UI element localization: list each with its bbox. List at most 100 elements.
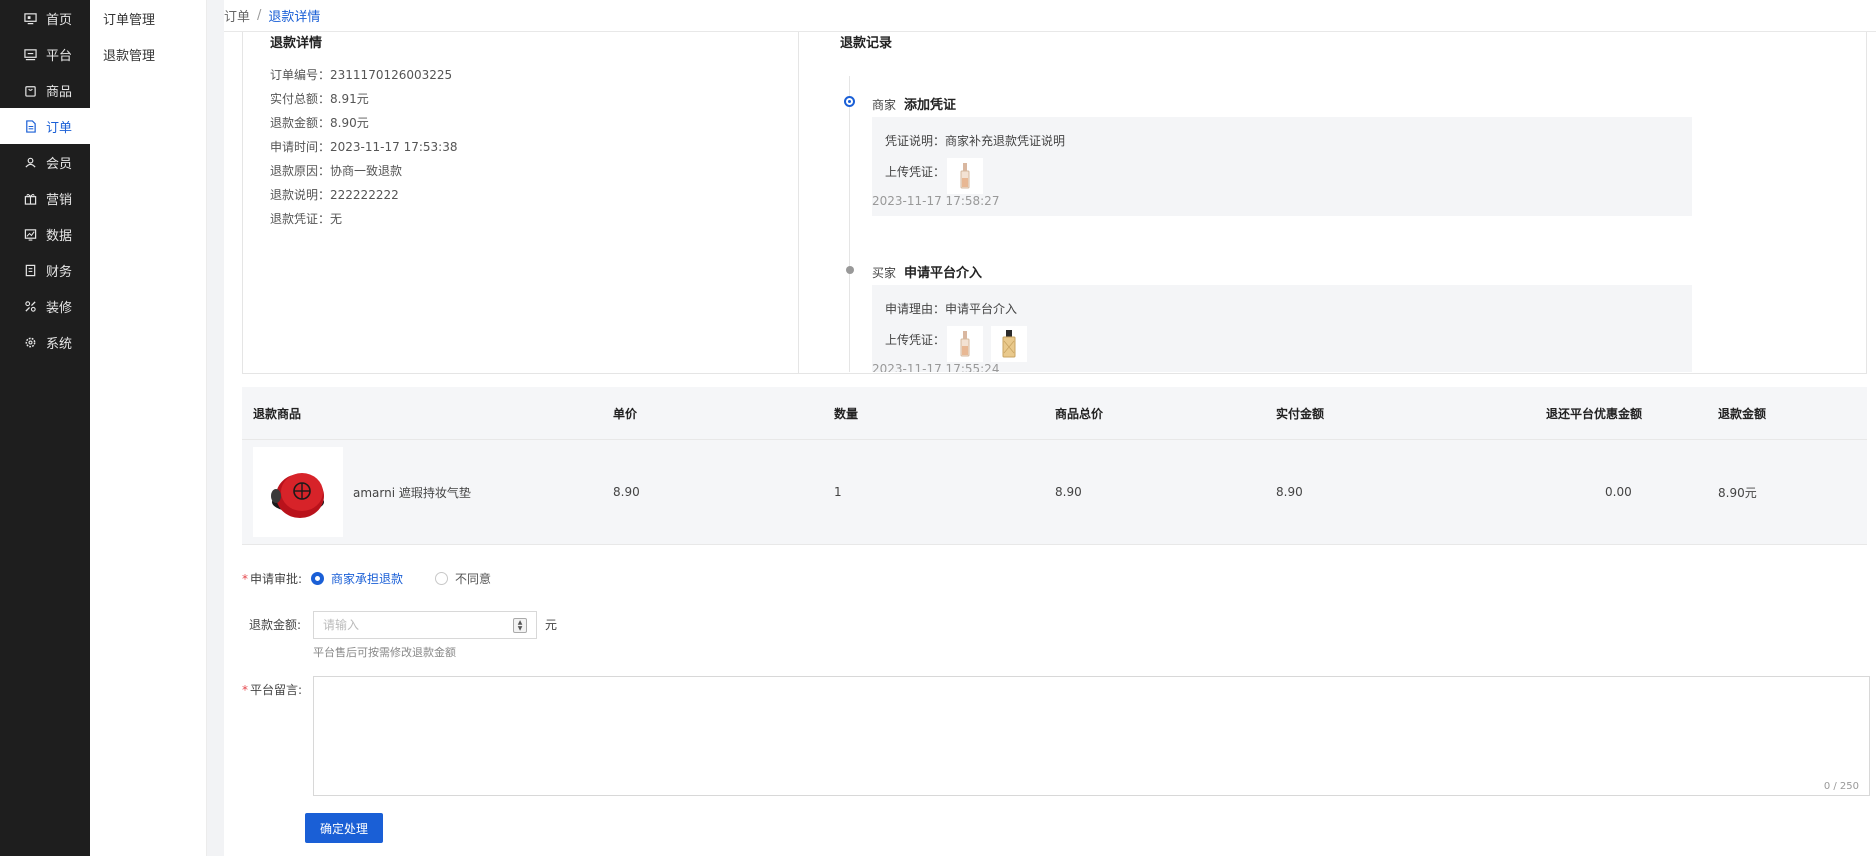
breadcrumb-current: 退款详情 xyxy=(268,10,321,25)
refund-amount-field[interactable] xyxy=(314,612,504,638)
nav-item-decoration[interactable]: 装修 xyxy=(0,288,90,324)
product-name[interactable]: amarni 遮瑕持妆气垫 xyxy=(353,484,471,501)
refund-record-section: 退款记录 商家 添加凭证 凭证说明：商家补充退款凭证说明 上传凭证： 2023-… xyxy=(800,32,1868,374)
platform-icon xyxy=(22,46,38,62)
cell-total: 8.90 xyxy=(1055,485,1082,499)
nav-label: 平台 xyxy=(46,48,73,64)
submenu-item-refund-management[interactable]: 退款管理 xyxy=(90,36,206,72)
nav-label: 商品 xyxy=(46,84,73,100)
amount-stepper[interactable]: ▲ ▼ xyxy=(513,618,527,633)
document-icon xyxy=(22,118,38,134)
cell-paid: 8.90 xyxy=(1276,485,1303,499)
platform-message-textarea[interactable] xyxy=(314,677,1869,795)
proof-thumbnail[interactable] xyxy=(947,326,983,362)
timeline-entry-box: 申请理由：申请平台介入 上传凭证： xyxy=(872,285,1692,372)
sub-menu: 订单管理 退款管理 xyxy=(90,0,207,856)
monitor-icon xyxy=(22,10,38,26)
approval-label-text: 申请审批: xyxy=(250,572,303,586)
timeline-entry-head: 买家 申请平台介入 xyxy=(872,262,982,281)
header-platform-discount: 退还平台优惠金额 xyxy=(1546,406,1643,421)
timeline-action: 申请平台介入 xyxy=(904,266,983,281)
perfume-bottle-icon xyxy=(960,163,970,189)
cell-quantity: 1 xyxy=(834,485,842,499)
detail-key: 退款说明： xyxy=(270,188,331,202)
required-mark: * xyxy=(242,683,248,697)
nav-label: 财务 xyxy=(46,264,73,280)
refund-detail-section: 退款详情 订单编号：2311170126003225 实付总额：8.91元 退款… xyxy=(243,32,799,374)
message-label: * 平台留言: xyxy=(242,681,302,698)
nav-item-home[interactable]: 首页 xyxy=(0,0,90,36)
nav-label: 营销 xyxy=(46,192,73,208)
timeline-dot-active xyxy=(844,96,855,107)
breadcrumb: 订单 / 退款详情 xyxy=(224,0,1876,32)
detail-key: 申请时间： xyxy=(270,140,331,154)
header-paid: 实付金额 xyxy=(1276,406,1325,421)
radio-agree-label: 商家承担退款 xyxy=(331,572,404,586)
stepper-down-icon[interactable]: ▼ xyxy=(518,625,523,632)
proof-thumbnail[interactable] xyxy=(947,158,983,194)
detail-key: 退款原因： xyxy=(270,164,331,178)
timeline-proof-label: 上传凭证： xyxy=(885,333,946,347)
confirm-process-button[interactable]: 确定处理 xyxy=(305,813,383,843)
refund-info-panel: 退款详情 订单编号：2311170126003225 实付总额：8.91元 退款… xyxy=(242,32,1867,374)
detail-key: 退款凭证： xyxy=(270,212,331,226)
proof-thumbnail[interactable] xyxy=(991,326,1027,362)
header-total: 商品总价 xyxy=(1055,406,1104,421)
main-sidebar: 首页 平台 商品 订单 会员 营销 数据 财务 装修 系统 xyxy=(0,0,90,856)
ledger-icon xyxy=(22,262,38,278)
submenu-item-order-management[interactable]: 订单管理 xyxy=(90,0,206,36)
nav-item-members[interactable]: 会员 xyxy=(0,144,90,180)
nav-item-marketing[interactable]: 营销 xyxy=(0,180,90,216)
detail-value: 无 xyxy=(330,212,343,226)
nav-item-finance[interactable]: 财务 xyxy=(0,252,90,288)
required-mark: * xyxy=(242,572,248,586)
detail-refund-reason: 退款原因：协商一致退款 xyxy=(270,162,402,179)
radio-disagree[interactable]: 不同意 xyxy=(435,570,491,587)
detail-paid-total: 实付总额：8.91元 xyxy=(270,90,369,107)
cell-refund: 8.90元 xyxy=(1718,485,1757,500)
header-quantity: 数量 xyxy=(834,406,859,421)
cell-unit-price: 8.90 xyxy=(613,485,640,499)
refund-timeline[interactable]: 商家 添加凭证 凭证说明：商家补充退款凭证说明 上传凭证： 2023-11-17 … xyxy=(840,62,1700,372)
radio-disagree-label: 不同意 xyxy=(455,572,492,586)
timeline-actor: 商家 xyxy=(872,98,897,112)
refund-detail-title: 退款详情 xyxy=(270,36,323,51)
timeline-time: 2023-11-17 17:55:24 xyxy=(872,362,1000,372)
refund-amount-input[interactable]: ▲ ▼ xyxy=(313,611,537,639)
radio-circle xyxy=(435,572,448,585)
radio-circle-checked xyxy=(311,572,324,585)
header-unit-price: 单价 xyxy=(613,406,638,421)
detail-value: 8.91元 xyxy=(330,92,369,106)
message-label-text: 平台留言: xyxy=(250,683,303,697)
detail-key: 实付总额： xyxy=(270,92,331,106)
timeline-desc: 凭证说明：商家补充退款凭证说明 xyxy=(885,132,1065,149)
radio-agree[interactable]: 商家承担退款 xyxy=(311,570,403,587)
nav-label: 会员 xyxy=(46,156,73,172)
nav-item-goods[interactable]: 商品 xyxy=(0,72,90,108)
detail-refund-amount: 退款金额：8.90元 xyxy=(270,114,369,131)
timeline-proof-label: 上传凭证： xyxy=(885,165,946,179)
perfume-bottle-icon xyxy=(1002,330,1016,358)
nav-item-platform[interactable]: 平台 xyxy=(0,36,90,72)
timeline-actor: 买家 xyxy=(872,266,897,280)
nav-item-data[interactable]: 数据 xyxy=(0,216,90,252)
breadcrumb-separator: / xyxy=(257,8,262,23)
product-image[interactable] xyxy=(253,447,343,537)
timeline-action: 添加凭证 xyxy=(904,98,957,113)
detail-value: 2311170126003225 xyxy=(330,68,453,82)
gift-icon xyxy=(22,190,38,206)
nav-item-orders[interactable]: 订单 xyxy=(0,108,90,144)
refund-product-table: 退款商品 单价 数量 商品总价 实付金额 退还平台优惠金额 退款金额 amarn… xyxy=(242,387,1867,545)
detail-key: 订单编号： xyxy=(270,68,331,82)
detail-value: 8.90元 xyxy=(330,116,369,130)
detail-key: 退款金额： xyxy=(270,116,331,130)
desc-label: 申请理由： xyxy=(885,302,946,316)
detail-value: 222222222 xyxy=(330,188,399,202)
nav-label: 订单 xyxy=(46,120,73,136)
nav-label: 数据 xyxy=(46,228,73,244)
cell-platform-discount: 0.00 xyxy=(1605,485,1632,499)
timeline-dot xyxy=(846,266,854,274)
platform-message-box[interactable]: 0 / 250 xyxy=(313,676,1870,796)
nav-item-system[interactable]: 系统 xyxy=(0,324,90,360)
breadcrumb-parent[interactable]: 订单 xyxy=(224,6,250,25)
